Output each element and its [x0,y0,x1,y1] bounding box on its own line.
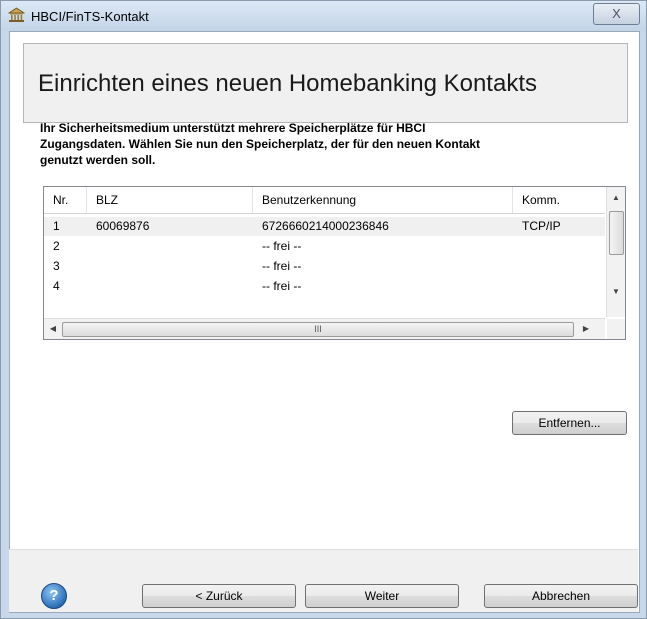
scroll-down-icon[interactable]: ▼ [607,287,625,296]
cancel-button[interactable]: Abbrechen [484,584,638,608]
close-icon: X [612,6,621,21]
scroll-up-icon[interactable]: ▲ [607,193,625,202]
cell-user: -- frei -- [262,259,302,273]
page-title: Einrichten eines neuen Homebanking Konta… [38,70,537,97]
cell-nr: 1 [53,219,60,233]
column-header-komm[interactable]: Komm. [513,187,605,213]
column-header-nr[interactable]: Nr. [44,187,87,213]
remove-button[interactable]: Entfernen... [512,411,627,435]
cell-blz: 60069876 [96,219,150,233]
horizontal-scroll-thumb[interactable]: III [62,322,574,337]
column-header-benutzerkennung[interactable]: Benutzerkennung [253,187,513,213]
cell-nr: 2 [53,239,60,253]
scroll-left-icon[interactable]: ◀ [44,324,62,333]
table-row[interactable]: 3 -- frei -- [44,257,605,276]
vertical-scroll-thumb[interactable] [609,211,624,255]
cell-user: -- frei -- [262,279,302,293]
back-button[interactable]: < Zurück [142,584,296,608]
title-bar[interactable]: HBCI/FinTS-Kontakt X [1,1,646,31]
cell-nr: 4 [53,279,60,293]
help-icon[interactable]: ? [41,583,67,609]
dialog-window: HBCI/FinTS-Kontakt X Einrichten eines ne… [0,0,647,619]
cell-user: -- frei -- [262,239,302,253]
close-button[interactable]: X [593,3,640,25]
header-panel: Einrichten eines neuen Homebanking Konta… [23,43,628,123]
next-button[interactable]: Weiter [305,584,459,608]
bank-building-icon [7,7,26,23]
list-rows: 1 60069876 6726660214000236846 TCP/IP 2 … [44,214,605,316]
scroll-right-icon[interactable]: ▶ [577,324,595,333]
cell-user: 6726660214000236846 [262,219,389,233]
storage-slot-list[interactable]: Nr. BLZ Benutzerkennung Komm. 1 60069876… [43,186,626,340]
table-row[interactable]: 1 60069876 6726660214000236846 TCP/IP [44,217,605,236]
horizontal-scrollbar[interactable]: ◀ III ▶ [44,318,605,339]
table-row[interactable]: 4 -- frei -- [44,277,605,296]
intro-text: Ihr Sicherheitsmedium unterstützt mehrer… [40,121,481,167]
column-header-blz[interactable]: BLZ [87,187,253,213]
cell-comm: TCP/IP [522,219,561,233]
window-title: HBCI/FinTS-Kontakt [31,9,149,24]
scrollbar-corner [607,319,625,339]
list-header: Nr. BLZ Benutzerkennung Komm. [44,187,605,214]
table-row[interactable]: 2 -- frei -- [44,237,605,256]
cell-nr: 3 [53,259,60,273]
vertical-scrollbar[interactable]: ▲ ▼ [606,187,625,317]
